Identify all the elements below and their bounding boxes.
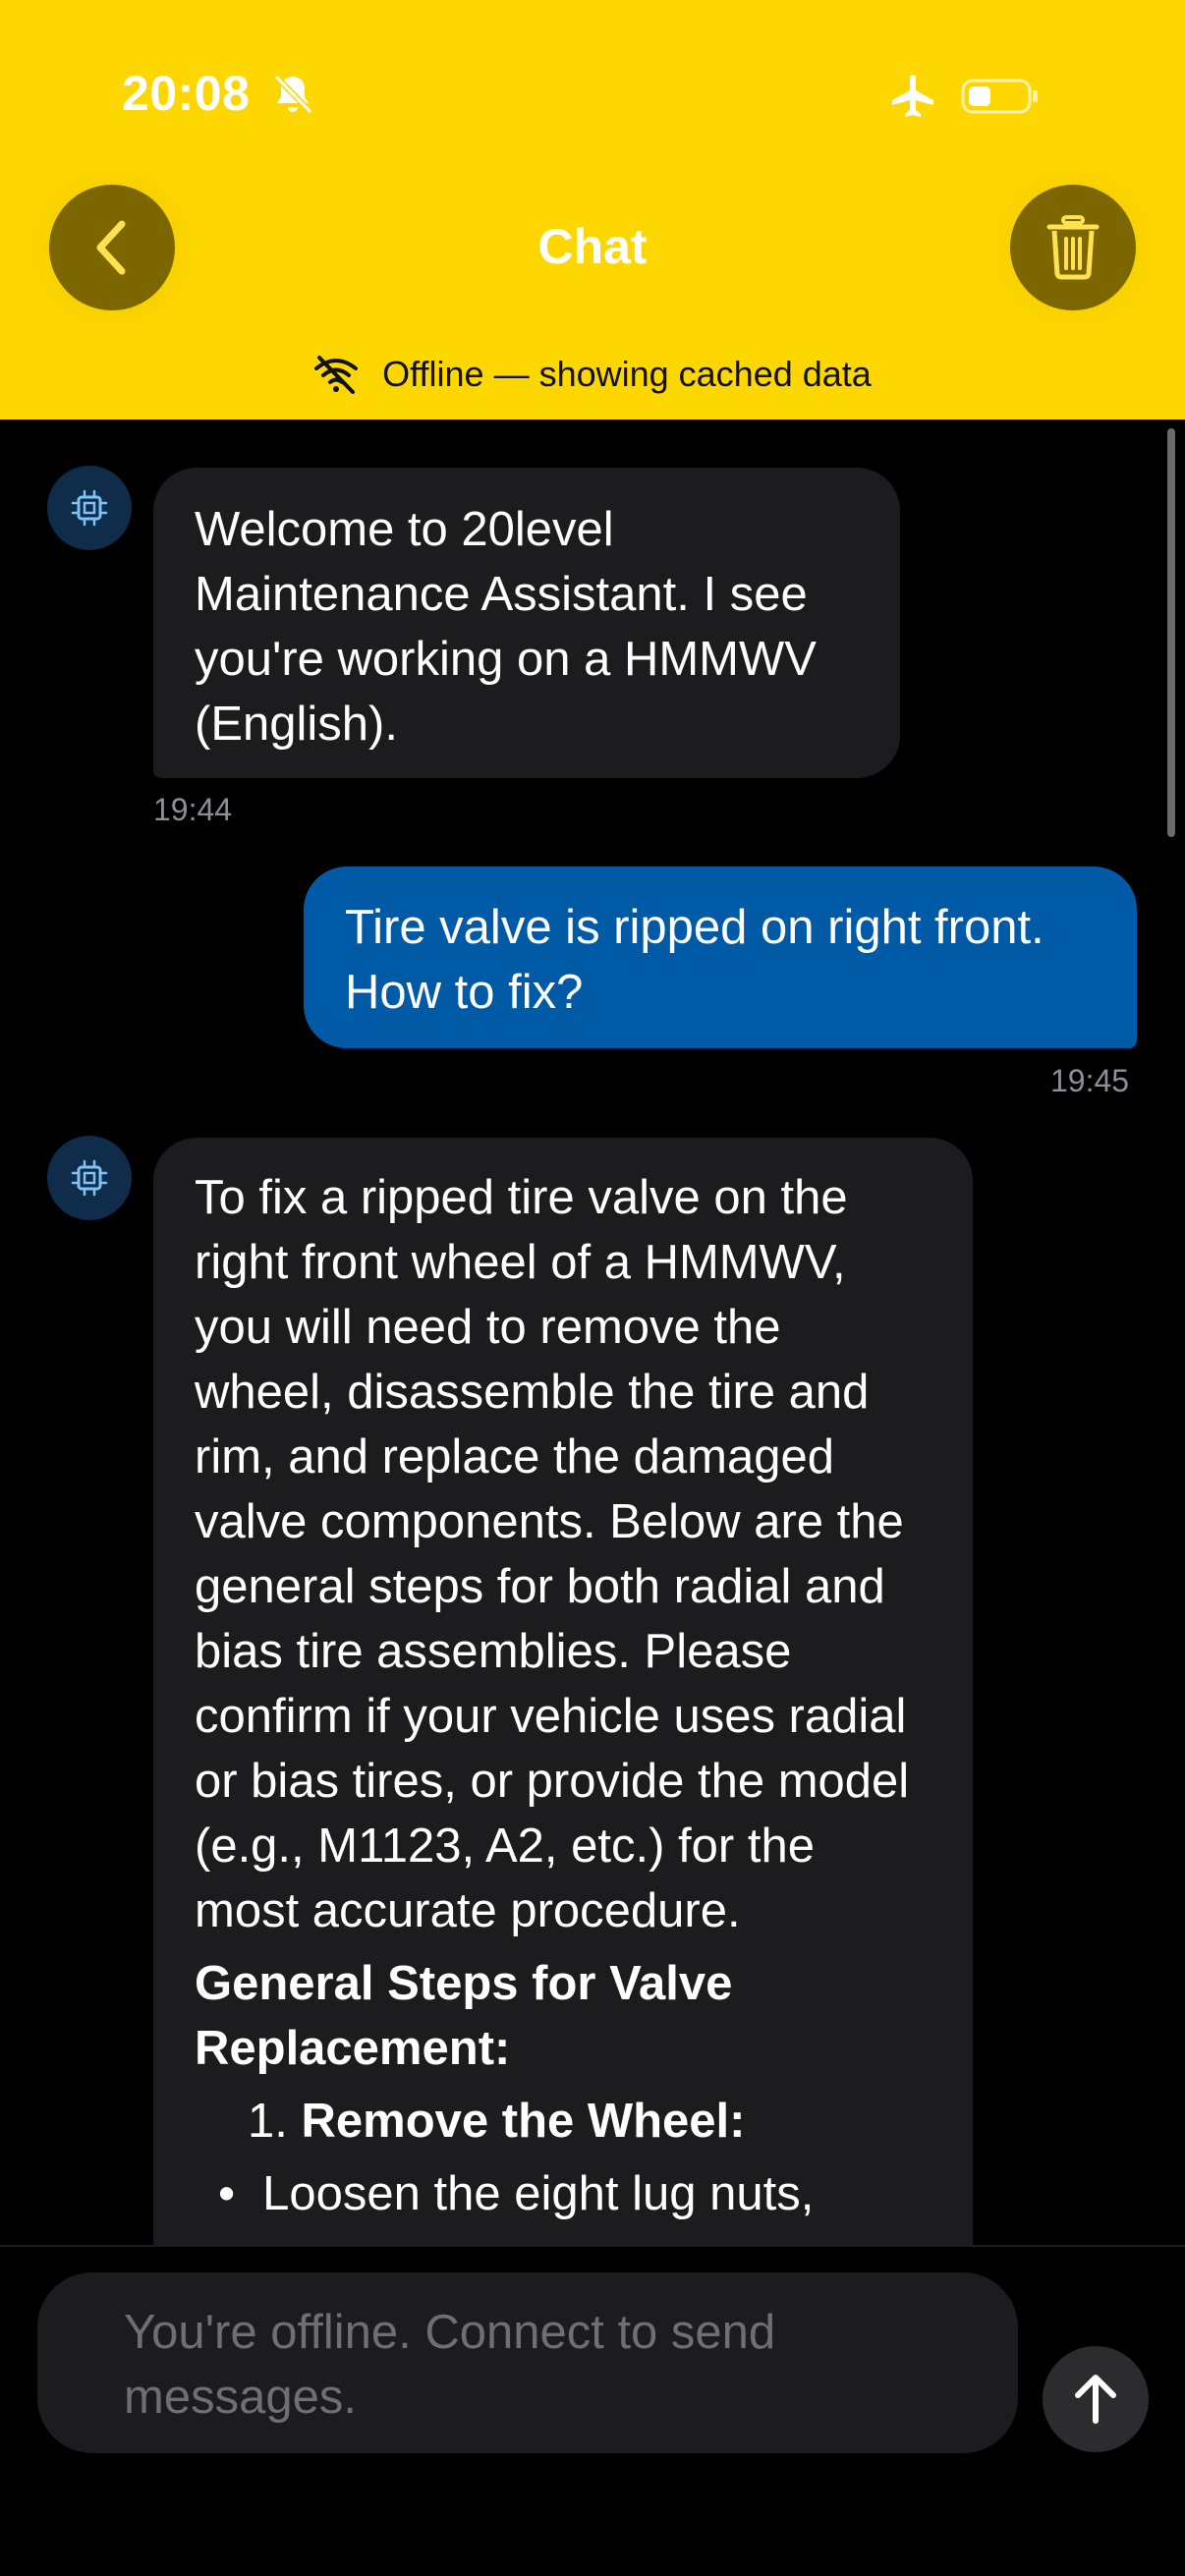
airplane-icon — [892, 75, 933, 117]
header: 20:08 Chat Offline — showing cached data — [0, 0, 1185, 420]
assistant-message-bubble[interactable]: To fix a ripped tire valve on the right … — [153, 1138, 973, 2245]
offline-banner: Offline — showing cached data — [0, 354, 1185, 395]
user-message-bubble[interactable]: Tire valve is ripped on right front. How… — [304, 867, 1137, 1048]
trash-icon — [1046, 215, 1100, 280]
chat-screen: 20:08 Chat Offline — showing cached data… — [0, 0, 1185, 2576]
bullet-text: Loosen the eight lug nuts, — [262, 2167, 815, 2220]
message-timestamp: 19:45 — [1050, 1063, 1130, 1098]
wifi-off-icon — [314, 356, 359, 394]
chip-icon — [71, 1159, 108, 1197]
delete-chat-button[interactable] — [1010, 185, 1136, 310]
step-number: 1. — [248, 2095, 288, 2148]
composer: You're offline. Connect to send messages… — [0, 2245, 1185, 2576]
bullet-dot: • — [218, 2167, 236, 2220]
numbered-step: 1. Remove the Wheel: — [248, 2089, 931, 2154]
message-heading: General Steps for Valve Replacement: — [195, 1957, 733, 2075]
bell-off-icon — [273, 74, 313, 115]
assistant-message-bubble[interactable]: Welcome to 20level Maintenance Assistant… — [153, 468, 900, 778]
message-timestamp: 19:44 — [153, 792, 233, 827]
offline-text: Offline — showing cached data — [382, 354, 872, 394]
page-title: Chat — [537, 219, 648, 274]
bullet-item: • Loosen the eight lug nuts, — [195, 2161, 931, 2226]
assistant-avatar — [47, 1136, 132, 1220]
chip-icon — [71, 489, 108, 527]
message-text: To fix a ripped tire valve on the right … — [195, 1171, 910, 1937]
status-time: 20:08 — [122, 66, 251, 121]
chat-scrollbar[interactable] — [1167, 428, 1175, 837]
message-input[interactable]: You're offline. Connect to send messages… — [37, 2272, 1018, 2453]
arrow-up-icon — [1075, 2375, 1116, 2424]
message-text: Welcome to 20level Maintenance Assistant… — [195, 503, 817, 751]
step-title: Remove the Wheel: — [301, 2095, 746, 2148]
battery-icon — [961, 79, 1038, 114]
message-text: Tire valve is ripped on right front. How… — [345, 901, 1044, 1019]
send-button[interactable] — [1043, 2346, 1149, 2452]
assistant-avatar — [47, 466, 132, 550]
